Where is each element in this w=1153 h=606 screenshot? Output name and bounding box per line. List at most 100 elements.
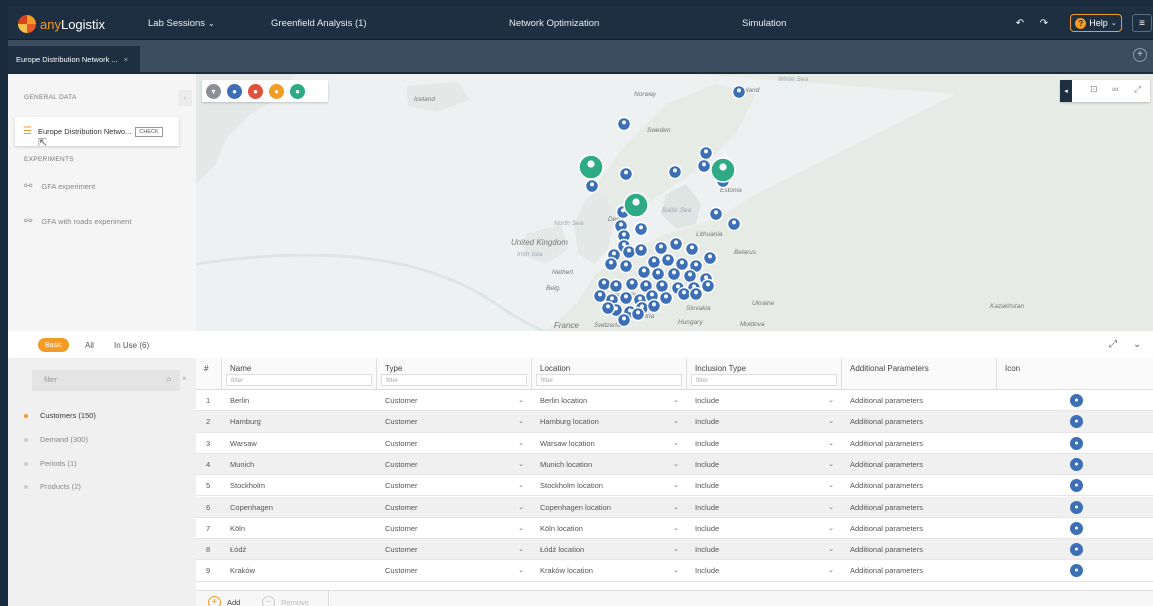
add-tab-icon[interactable]: + xyxy=(1133,48,1147,62)
customer-marker[interactable] xyxy=(618,258,634,274)
app-logo[interactable]: anyLogistix xyxy=(18,15,105,33)
type-select[interactable]: Customer ⌄ xyxy=(385,560,530,581)
additional-parameters-link[interactable]: Additional parameters xyxy=(850,454,995,475)
customer-marker[interactable] xyxy=(600,300,616,316)
customer-name[interactable]: Munich xyxy=(230,454,370,475)
customer-marker[interactable] xyxy=(630,306,646,322)
customer-icon[interactable]: ● xyxy=(1070,479,1083,493)
network-icon[interactable]: ∞ xyxy=(1112,84,1118,94)
customer-marker[interactable] xyxy=(624,276,640,292)
list-item-demand[interactable]: Demand (300) xyxy=(24,435,88,444)
customer-marker[interactable] xyxy=(633,242,649,258)
supplier-layer-icon[interactable]: ● xyxy=(248,83,263,99)
customer-marker[interactable] xyxy=(618,166,634,182)
table-row[interactable]: 1 Berlin Customer ⌄ Berlin location ⌄ Include ⌄… xyxy=(196,390,1153,412)
type-select[interactable]: Customer ⌄ xyxy=(385,390,530,411)
customer-marker[interactable] xyxy=(682,268,698,284)
customer-marker[interactable] xyxy=(660,252,676,268)
tab-in-use[interactable]: In Use (6) xyxy=(114,341,149,350)
inclusion-select[interactable]: Include ⌄ xyxy=(695,560,840,581)
type-select[interactable]: Customer ⌄ xyxy=(385,475,530,496)
warehouse-marker[interactable] xyxy=(623,192,649,218)
location-select[interactable]: Łódź location ⌄ xyxy=(540,539,685,560)
experiment-item-gfa[interactable]: ⚯ GFA experiment xyxy=(24,181,95,192)
maximize-panel-icon[interactable]: ⤢ xyxy=(1109,339,1117,350)
filter-layer-icon[interactable]: ▾ xyxy=(206,83,221,99)
clear-filter-icon[interactable]: × xyxy=(182,374,187,383)
tab-all[interactable]: All xyxy=(85,341,94,350)
inclusion-select[interactable]: Include ⌄ xyxy=(695,497,840,518)
column-header-inclusion-type[interactable]: Inclusion Type filter xyxy=(687,358,842,390)
location-select[interactable]: Munich location ⌄ xyxy=(540,454,685,475)
additional-parameters-link[interactable]: Additional parameters xyxy=(850,433,995,454)
warehouse-layer-icon[interactable]: ● xyxy=(290,83,305,99)
table-row[interactable]: 3 Warsaw Customer ⌄ Warsaw location ⌄ Include ⌄… xyxy=(196,432,1153,454)
location-select[interactable]: Kraków location ⌄ xyxy=(540,560,685,581)
inclusion-select[interactable]: Include ⌄ xyxy=(695,539,840,560)
customer-marker[interactable] xyxy=(698,145,714,161)
table-filter-input[interactable]: filter ⌕ xyxy=(32,370,180,391)
customer-marker[interactable] xyxy=(667,164,683,180)
location-select[interactable]: Warsaw location ⌄ xyxy=(540,433,685,454)
type-select[interactable]: Customer ⌄ xyxy=(385,539,530,560)
undo-icon[interactable]: ↶ xyxy=(1013,14,1027,32)
customer-marker[interactable] xyxy=(653,240,669,256)
type-select[interactable]: Customer ⌄ xyxy=(385,433,530,454)
customer-marker[interactable] xyxy=(668,236,684,252)
customer-marker[interactable] xyxy=(726,216,742,232)
list-item-periods[interactable]: Periods (1) xyxy=(24,459,77,468)
type-filter-input[interactable]: filter xyxy=(381,374,527,386)
inclusion-select[interactable]: Include ⌄ xyxy=(695,433,840,454)
inclusion-select[interactable]: Include ⌄ xyxy=(695,454,840,475)
tab-network-optimization[interactable]: Network Optimization xyxy=(509,18,599,29)
customer-icon[interactable]: ● xyxy=(1070,521,1083,535)
tab-europe-distribution-network[interactable]: Europe Distribution Network ... × xyxy=(8,46,140,72)
column-header-type[interactable]: Type filter xyxy=(377,358,532,390)
customer-icon[interactable]: ● xyxy=(1070,543,1083,557)
list-item-customers[interactable]: Customers (150) xyxy=(24,411,96,420)
location-filter-input[interactable]: filter xyxy=(536,374,682,386)
factory-layer-icon[interactable]: ● xyxy=(269,83,284,99)
customer-marker[interactable] xyxy=(696,158,712,174)
customer-name[interactable]: Kraków xyxy=(230,560,370,581)
location-select[interactable]: Berlin location ⌄ xyxy=(540,390,685,411)
customer-icon[interactable]: ● xyxy=(1070,436,1083,450)
customer-icon[interactable]: ● xyxy=(1070,564,1083,578)
customer-marker[interactable] xyxy=(621,244,637,260)
route-icon[interactable]: ⊡ xyxy=(1090,84,1098,95)
customer-marker[interactable] xyxy=(596,276,612,292)
additional-parameters-link[interactable]: Additional parameters xyxy=(850,497,995,518)
inclusion-select[interactable]: Include ⌄ xyxy=(695,475,840,496)
tab-basic[interactable]: Basic xyxy=(38,338,69,352)
collapse-sidebar-icon[interactable]: ‹ xyxy=(178,90,192,106)
chevron-down-icon[interactable]: ⌄ xyxy=(1133,339,1141,350)
customer-name[interactable]: Hamburg xyxy=(230,411,370,432)
column-header-location[interactable]: Location filter xyxy=(532,358,687,390)
expand-map-icon[interactable]: ⤢ xyxy=(1134,84,1141,95)
customer-marker[interactable] xyxy=(702,250,718,266)
customer-name[interactable]: Łódź xyxy=(230,539,370,560)
customer-marker[interactable] xyxy=(676,286,692,302)
customer-marker[interactable] xyxy=(636,264,652,280)
additional-parameters-link[interactable]: Additional parameters xyxy=(850,560,995,581)
customer-marker[interactable] xyxy=(684,241,700,257)
customer-name[interactable]: Berlin xyxy=(230,390,370,411)
close-tab-icon[interactable]: × xyxy=(124,55,128,64)
customer-marker[interactable] xyxy=(700,278,716,294)
customer-marker[interactable] xyxy=(608,278,624,294)
warehouse-marker[interactable] xyxy=(578,154,604,180)
customer-marker[interactable] xyxy=(603,256,619,272)
customer-marker[interactable] xyxy=(654,278,670,294)
table-row[interactable]: 6 Copenhagen Customer ⌄ Copenhagen location ⌄… xyxy=(196,496,1153,518)
customer-layer-icon[interactable]: ● xyxy=(227,83,242,99)
additional-parameters-link[interactable]: Additional parameters xyxy=(850,390,995,411)
tab-simulation[interactable]: Simulation xyxy=(742,18,786,29)
list-item-products[interactable]: Products (2) xyxy=(24,482,81,491)
name-filter-input[interactable]: filter xyxy=(226,374,372,386)
additional-parameters-link[interactable]: Additional parameters xyxy=(850,475,995,496)
type-select[interactable]: Customer ⌄ xyxy=(385,411,530,432)
redo-icon[interactable]: ↷ xyxy=(1037,14,1051,32)
map-view[interactable]: Iceland Norway Sweden Finland Estonia Ba… xyxy=(196,74,1153,331)
column-header-additional-parameters[interactable]: Additional Parameters xyxy=(842,358,997,390)
location-select[interactable]: Köln location ⌄ xyxy=(540,518,685,539)
